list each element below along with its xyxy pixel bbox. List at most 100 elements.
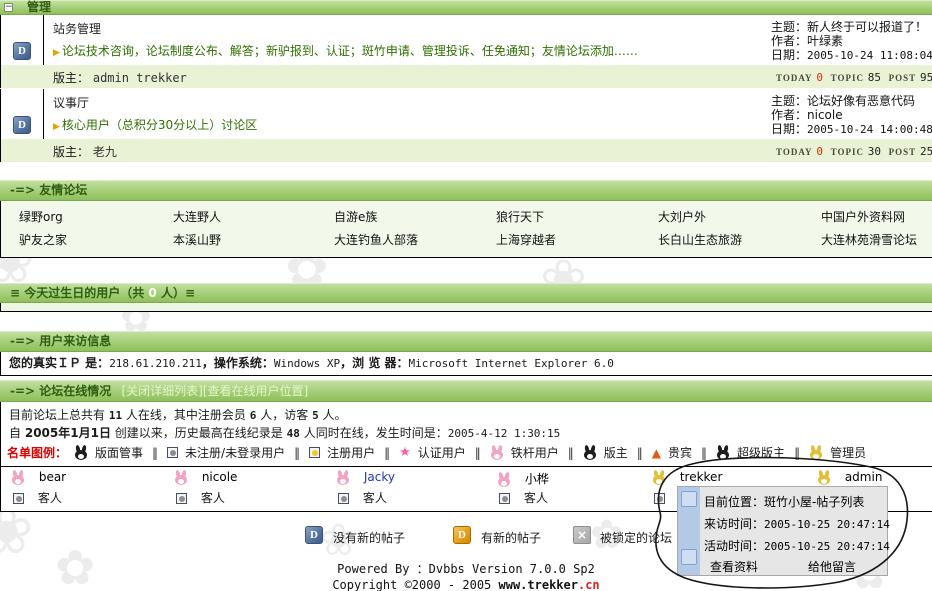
friend-forum-link[interactable]: 本溪山野 [173, 231, 221, 248]
username-link[interactable]: Jacky [364, 470, 395, 484]
forum-link[interactable]: 议事厅 [53, 94, 89, 111]
today-count: 0 [816, 145, 823, 158]
friend-forums-panel: 绿野org 大连野人 自游e族 狼行天下 大刘户外 中国户外资料网 驴友之家 本… [0, 201, 932, 258]
ip-value: 218.61.210.211 [109, 357, 202, 370]
send-message-link[interactable]: 给他留言 [808, 558, 856, 575]
legend-item-label: 认证用户 [418, 444, 466, 461]
message-mini-icon [681, 549, 697, 565]
section-bar-visitor-info: -=> 用户来访信息 [0, 331, 932, 352]
friend-forum-link[interactable]: 驴友之家 [19, 231, 67, 248]
lastpost-date: 2005-10-24 14:00:48 [807, 123, 932, 136]
friend-forum-link[interactable]: 狼行天下 [496, 208, 544, 225]
friend-forum-link[interactable]: 自游e族 [334, 208, 377, 225]
topic-label: TOPIC [831, 147, 864, 157]
registered-user-icon [309, 447, 320, 458]
user-role-label: 客人 [201, 491, 225, 505]
moderator-links[interactable]: 老九 [93, 145, 117, 159]
visit-time: 2005-10-25 20:47:14 [764, 518, 890, 531]
visit-time-label: 来访时间： [704, 517, 764, 531]
lastpost-date-label: 日期： [771, 122, 807, 136]
user-role-icon [497, 472, 511, 487]
close-detail-list-link[interactable]: [关闭详细列表] [121, 384, 202, 398]
online-user-role: 客人 [499, 489, 548, 506]
username-link[interactable]: bear [39, 470, 66, 484]
loyal-user-icon [490, 445, 504, 460]
username-link[interactable]: nicole [202, 470, 238, 484]
section-title: -=> 友情论坛 [0, 181, 932, 200]
site-cn[interactable]: .cn [578, 578, 600, 591]
legend-item-label: 版面管事 [95, 444, 143, 461]
forum-description: 论坛技术咨询，论坛制度公布、解答；新驴报到、认证；斑竹申请、管理投诉、任免通知；… [53, 42, 638, 59]
birthday-count: 0 [148, 286, 156, 300]
online-user: trekker [652, 470, 722, 485]
username-link[interactable]: admin [845, 470, 883, 484]
lastpost-topic-link[interactable]: 论坛好像有恶意代码 [807, 94, 915, 108]
tooltip-icon-strip [678, 487, 700, 575]
lastpost-topic-label: 主题： [771, 20, 807, 34]
online-record-line: 自 2005年1月1日 创建以来，历史最高在线纪录是 48 人同时在线，发生时间… [9, 424, 560, 441]
post-count: 2599 [920, 145, 932, 158]
birthday-empty-panel [0, 303, 932, 312]
forum-description: 核心用户（总积分30分以上）讨论区 [53, 116, 257, 133]
friend-forum-link[interactable]: 上海穿越者 [496, 231, 556, 248]
moderator-label: 版主： [53, 145, 89, 159]
copyright-prefix: Copyright ©2000 - 2005 [332, 578, 498, 591]
friend-forum-link[interactable]: 绿野org [19, 208, 63, 225]
administrator-icon [809, 445, 823, 460]
active-time-label: 活动时间： [704, 539, 764, 553]
vip-icon [652, 446, 661, 460]
lastpost-topic-link[interactable]: 新人终于可以报道了！ [807, 20, 927, 34]
friend-forum-link[interactable]: 大刘户外 [658, 208, 706, 225]
friend-forum-link[interactable]: 大连野人 [173, 208, 221, 225]
lastpost-author-label: 作者： [771, 108, 807, 122]
view-profile-link[interactable]: 查看资料 [710, 558, 758, 575]
today-label: TODAY [776, 147, 813, 157]
online-summary-panel: 目前论坛上总共有 11 人在线，其中注册会员 6 人，访客 5 人。 自 200… [0, 402, 932, 467]
topic-label: TOPIC [831, 73, 864, 83]
friend-forum-link[interactable]: 大连林苑滑雪论坛 [821, 231, 917, 248]
online-members: 6 [250, 409, 257, 422]
lastpost-author-link[interactable]: 叶绿素 [807, 34, 843, 48]
friend-forum-link[interactable]: 大连钓鱼人部落 [334, 231, 418, 248]
online-count-line: 目前论坛上总共有 11 人在线，其中注册会员 6 人，访客 5 人。 [9, 406, 347, 423]
online-user: admin [817, 470, 882, 485]
friend-forum-link[interactable]: 长白山生态旅游 [658, 231, 742, 248]
online-guests: 5 [312, 409, 319, 422]
section-title: -=> 用户来访信息 [0, 332, 932, 351]
founded-date: 2005年1月1日 [25, 426, 111, 440]
category-title: 管理 [27, 0, 51, 14]
online-user-role: 客人 [13, 489, 62, 506]
certified-user-icon [399, 445, 411, 460]
birthday-text: 人）≡ [157, 286, 195, 300]
collapse-icon[interactable]: − [4, 3, 13, 12]
moderator-links[interactable]: admin trekker [93, 71, 187, 85]
unregistered-user-icon [167, 447, 178, 458]
legend-item-label: 注册用户 [327, 444, 375, 461]
section-bar-friend-forums: -=> 友情论坛 [0, 180, 932, 201]
lastpost-date-label: 日期： [771, 48, 807, 62]
view-online-location-link[interactable]: [查看在线用户位置] [203, 384, 308, 398]
online-user: nicole [174, 470, 237, 485]
username-link[interactable]: 小桦 [525, 472, 549, 486]
user-role-label: 客人 [524, 491, 548, 505]
profile-mini-icon [681, 491, 697, 507]
moderator-icon [583, 445, 597, 460]
locked-forum-icon: × [573, 526, 591, 544]
os-value: Windows XP [274, 357, 340, 370]
browser-value: Microsoft Internet Explorer 6.0 [409, 357, 614, 370]
forum-link[interactable]: 站务管理 [53, 20, 101, 37]
online-user: Jacky [336, 470, 395, 485]
birthday-text: ≡ 今天过生日的用户（共 [10, 286, 148, 300]
visitor-info-row: 您的真实ＩＰ 是：218.61.210.211，操作系统：Windows XP，… [0, 352, 932, 376]
no-new-posts-icon: D [305, 526, 323, 544]
lastpost-author-link[interactable]: nicole [807, 108, 843, 122]
site-name[interactable]: www.trekker [499, 578, 578, 591]
friend-forum-link[interactable]: 中国户外资料网 [821, 208, 905, 225]
legend-item-label: 未注册/未登录用户 [185, 444, 285, 461]
current-location-label: 目前位置： [704, 495, 764, 509]
username-link[interactable]: trekker [680, 470, 723, 484]
post-label: POST [889, 73, 917, 83]
ip-label: 您的真实ＩＰ 是： [1, 356, 109, 370]
online-user-role: 客人 [338, 489, 387, 506]
active-time: 2005-10-25 20:47:14 [764, 540, 890, 553]
